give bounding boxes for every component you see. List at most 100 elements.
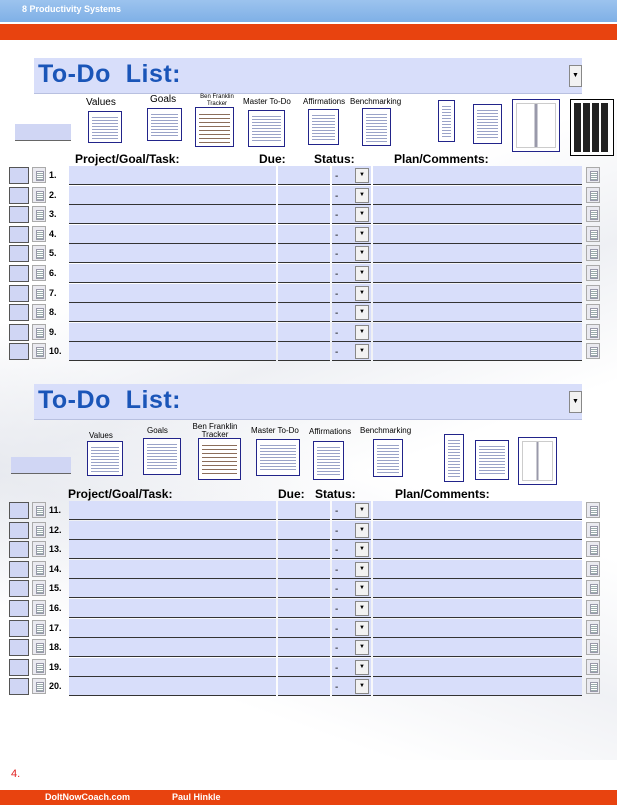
row-attach-icon[interactable] (586, 541, 600, 558)
row-checkbox[interactable] (9, 580, 29, 598)
status-dropdown-button[interactable]: ▼ (355, 640, 369, 656)
row-note-icon[interactable] (32, 639, 46, 656)
task-field[interactable] (69, 677, 276, 697)
due-field[interactable] (278, 224, 330, 244)
row-checkbox[interactable] (9, 186, 29, 204)
row-attach-icon[interactable] (586, 658, 600, 675)
row-attach-icon[interactable] (586, 245, 600, 262)
status-dropdown-button[interactable]: ▼ (355, 168, 369, 183)
status-dropdown-button[interactable]: ▼ (355, 266, 369, 281)
row-note-icon[interactable] (32, 560, 46, 577)
goals-thumbnail-link[interactable] (147, 108, 182, 141)
due-field[interactable] (278, 657, 330, 677)
values-thumbnail-link[interactable] (87, 441, 123, 476)
due-field[interactable] (278, 540, 330, 560)
row-checkbox[interactable] (9, 560, 29, 578)
side-input-box[interactable] (11, 457, 71, 474)
plan-field[interactable] (373, 677, 582, 697)
row-note-icon[interactable] (32, 206, 46, 223)
due-field[interactable] (278, 618, 330, 638)
plan-field[interactable] (373, 342, 582, 362)
row-attach-icon[interactable] (586, 186, 600, 203)
status-dropdown-button[interactable]: ▼ (355, 207, 369, 223)
due-field[interactable] (278, 501, 330, 520)
due-field[interactable] (278, 559, 330, 579)
row-attach-icon[interactable] (586, 304, 600, 321)
journal-thumbnail-link[interactable] (512, 99, 560, 152)
plan-field[interactable] (373, 264, 582, 283)
master-todo-thumbnail-link[interactable] (248, 110, 285, 147)
benchmarking-thumbnail-link[interactable] (362, 108, 391, 146)
status-dropdown-button[interactable]: ▼ (355, 581, 369, 597)
row-attach-icon[interactable] (586, 284, 600, 301)
row-attach-icon[interactable] (586, 639, 600, 656)
task-field[interactable] (69, 224, 276, 244)
status-dropdown-button[interactable]: ▼ (355, 601, 369, 616)
task-field[interactable] (69, 657, 276, 677)
row-note-icon[interactable] (32, 600, 46, 616)
row-note-icon[interactable] (32, 343, 46, 360)
row-note-icon[interactable] (32, 502, 46, 518)
task-field[interactable] (69, 244, 276, 264)
due-field[interactable] (278, 520, 330, 540)
row-note-icon[interactable] (32, 541, 46, 558)
row-checkbox[interactable] (9, 167, 29, 184)
task-field[interactable] (69, 322, 276, 342)
goals-thumbnail-link[interactable] (143, 438, 181, 475)
footer-site-link[interactable]: DoItNowCoach.com (45, 792, 130, 802)
task-field[interactable] (69, 283, 276, 303)
status-dropdown-button[interactable]: ▼ (355, 620, 369, 636)
row-attach-icon[interactable] (586, 343, 600, 360)
row-attach-icon[interactable] (586, 600, 600, 616)
row-note-icon[interactable] (32, 619, 46, 636)
plan-field[interactable] (373, 166, 582, 185)
plan-field[interactable] (373, 185, 582, 205)
plan-field[interactable] (373, 303, 582, 323)
row-checkbox[interactable] (9, 304, 29, 322)
row-attach-icon[interactable] (586, 580, 600, 597)
status-dropdown-button[interactable]: ▼ (355, 285, 369, 301)
row-checkbox[interactable] (9, 541, 29, 559)
master-todo-thumbnail-link[interactable] (256, 439, 300, 476)
status-dropdown-button[interactable]: ▼ (355, 305, 369, 321)
status-dropdown-button[interactable]: ▼ (355, 226, 369, 242)
due-field[interactable] (278, 303, 330, 323)
row-attach-icon[interactable] (586, 560, 600, 577)
row-note-icon[interactable] (32, 304, 46, 321)
plan-field[interactable] (373, 579, 582, 599)
plan-field[interactable] (373, 657, 582, 677)
task-field[interactable] (69, 638, 276, 658)
task-field[interactable] (69, 599, 276, 618)
due-field[interactable] (278, 244, 330, 264)
checklist-thumbnail-link[interactable] (444, 434, 464, 482)
row-attach-icon[interactable] (586, 225, 600, 242)
plan-field[interactable] (373, 205, 582, 225)
row-checkbox[interactable] (9, 678, 29, 696)
row-checkbox[interactable] (9, 323, 29, 341)
status-dropdown-button[interactable]: ▼ (355, 344, 369, 360)
row-note-icon[interactable] (32, 521, 46, 538)
row-checkbox[interactable] (9, 343, 29, 361)
status-dropdown-button[interactable]: ▼ (355, 542, 369, 558)
task-field[interactable] (69, 264, 276, 283)
affirmations-thumbnail-link[interactable] (313, 441, 344, 480)
due-field[interactable] (278, 283, 330, 303)
list-title-field[interactable]: To-Do List: ▼ (34, 384, 582, 420)
status-dropdown-button[interactable]: ▼ (355, 187, 369, 203)
row-note-icon[interactable] (32, 225, 46, 242)
row-note-icon[interactable] (32, 323, 46, 340)
row-checkbox[interactable] (9, 284, 29, 302)
task-field[interactable] (69, 501, 276, 520)
ben-franklin-thumbnail-link[interactable] (198, 438, 241, 480)
plan-field[interactable] (373, 501, 582, 520)
plan-field[interactable] (373, 559, 582, 579)
row-checkbox[interactable] (9, 265, 29, 282)
task-field[interactable] (69, 342, 276, 362)
row-checkbox[interactable] (9, 658, 29, 676)
row-attach-icon[interactable] (586, 206, 600, 223)
status-dropdown-button[interactable]: ▼ (355, 246, 369, 262)
plan-field[interactable] (373, 322, 582, 342)
row-checkbox[interactable] (9, 225, 29, 243)
plan-field[interactable] (373, 618, 582, 638)
row-attach-icon[interactable] (586, 521, 600, 538)
